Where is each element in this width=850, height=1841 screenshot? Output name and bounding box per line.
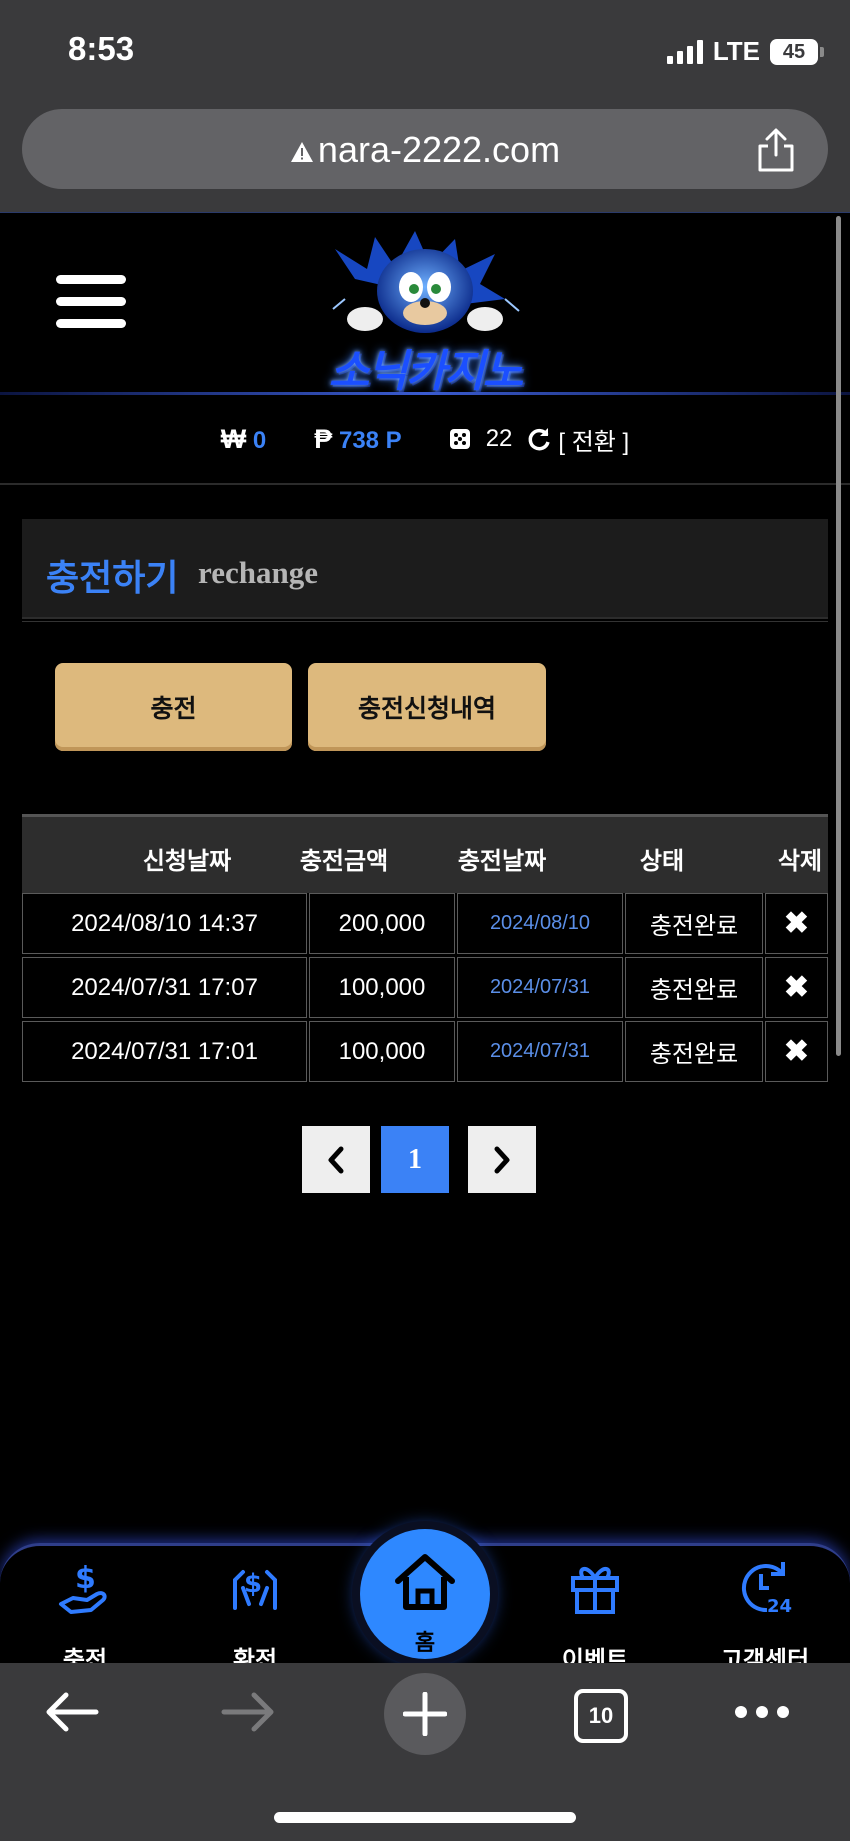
url-display[interactable]: nara-2222.com <box>22 129 828 171</box>
section-header: 충전하기 rechange <box>22 519 828 619</box>
new-tab-button[interactable] <box>384 1673 466 1755</box>
won-value: 0 <box>252 426 267 454</box>
sonic-mascot-icon <box>332 231 520 333</box>
page-1-button[interactable]: 1 <box>381 1126 449 1193</box>
home-icon <box>395 1554 455 1610</box>
scrollbar[interactable] <box>836 216 841 1056</box>
forward-icon[interactable] <box>220 1689 276 1735</box>
table-row: 2024/08/10 14:37 200,000 2024/08/10 충전완료… <box>22 893 828 954</box>
more-icon[interactable] <box>734 1705 790 1719</box>
status-cell: 충전완료 <box>625 893 763 954</box>
refresh-icon <box>529 428 551 451</box>
page-title: 충전하기 <box>46 558 179 599</box>
menu-icon[interactable] <box>56 275 126 335</box>
amount-cell: 100,000 <box>309 957 455 1018</box>
switch-button[interactable]: [ 전환 ] <box>526 422 629 457</box>
deposit-icon: $ <box>59 1561 107 1614</box>
prev-page-button[interactable] <box>302 1126 370 1193</box>
delete-icon[interactable]: ✖ <box>765 893 828 954</box>
next-page-button[interactable] <box>468 1126 536 1193</box>
chevron-left-icon <box>328 1146 344 1173</box>
status-indicators: LTE 45 <box>666 36 824 67</box>
amount-cell: 100,000 <box>309 1021 455 1082</box>
warning-icon <box>290 142 313 163</box>
nav-home-label: 홈 <box>414 1631 436 1656</box>
delete-icon[interactable]: ✖ <box>765 957 828 1018</box>
dice-icon <box>449 429 470 449</box>
won-icon: ₩ <box>220 423 247 454</box>
battery-icon: 45 <box>770 38 824 65</box>
page-subtitle: rechange <box>198 555 318 590</box>
back-icon[interactable] <box>44 1689 100 1735</box>
section-divider <box>22 621 828 622</box>
battery-level: 45 <box>782 40 806 63</box>
charge-button[interactable]: 충전 <box>55 663 292 751</box>
share-icon[interactable] <box>754 127 798 173</box>
column-amount: 충전금액 <box>299 847 389 875</box>
won-balance: ₩ 0 <box>221 424 267 455</box>
balance-bar: ₩ 0 ₱ 738 P 22 [ 전환 ] <box>0 395 850 485</box>
status-cell: 충전완료 <box>625 957 763 1018</box>
charge-date-cell: 2024/08/10 <box>457 893 623 954</box>
table-header: 신청날짜 충전금액 충전날짜 상태 삭제 <box>22 814 828 893</box>
column-delete: 삭제 <box>777 847 823 875</box>
point-value: 738 P <box>338 426 402 454</box>
column-charge-date: 충전날짜 <box>457 847 547 875</box>
column-status: 상태 <box>639 847 685 875</box>
table-row: 2024/07/31 17:01 100,000 2024/07/31 충전완료… <box>22 1021 828 1082</box>
browser-address-area: nara-2222.com <box>0 95 850 212</box>
chevron-right-icon <box>494 1146 510 1173</box>
plus-icon <box>403 1692 447 1736</box>
network-type: LTE <box>712 36 760 66</box>
request-date-cell: 2024/07/31 17:07 <box>22 957 307 1018</box>
home-indicator[interactable] <box>274 1812 576 1823</box>
point-icon: ₱ <box>314 423 333 454</box>
url-text: nara-2222.com <box>317 129 561 170</box>
request-date-cell: 2024/08/10 14:37 <box>22 893 307 954</box>
status-bar: 8:53 LTE 45 <box>0 0 850 95</box>
withdraw-icon: $ <box>233 1569 277 1610</box>
table-row: 2024/07/31 17:07 100,000 2024/07/31 충전완료… <box>22 957 828 1018</box>
dice-value: 22 <box>485 425 513 452</box>
charge-history-button[interactable]: 충전신청내역 <box>308 663 546 751</box>
charge-date-cell: 2024/07/31 <box>457 957 623 1018</box>
amount-cell: 200,000 <box>309 893 455 954</box>
charge-date-cell: 2024/07/31 <box>457 1021 623 1082</box>
status-cell: 충전완료 <box>625 1021 763 1082</box>
nav-home-button[interactable]: 홈 <box>360 1529 490 1659</box>
gift-icon <box>571 1567 619 1614</box>
signal-icon <box>666 39 703 64</box>
point-balance: ₱ 738 P <box>314 424 401 455</box>
delete-icon[interactable]: ✖ <box>765 1021 828 1082</box>
svg-text:$: $ <box>244 1569 262 1599</box>
svg-text:24: 24 <box>767 1596 792 1617</box>
status-time: 8:53 <box>68 30 135 67</box>
tabs-button[interactable]: 10 <box>574 1689 628 1743</box>
site-logo[interactable]: 소닉카지노 <box>305 229 545 399</box>
address-bar[interactable]: nara-2222.com <box>22 109 828 189</box>
switch-label: [ 전환 ] <box>558 428 630 456</box>
support-24-icon: 24 <box>741 1562 792 1617</box>
site-header: 소닉카지노 <box>0 212 850 397</box>
svg-text:$: $ <box>75 1561 96 1596</box>
logo-text: 소닉카지노 <box>328 346 523 397</box>
request-date-cell: 2024/07/31 17:01 <box>22 1021 307 1082</box>
